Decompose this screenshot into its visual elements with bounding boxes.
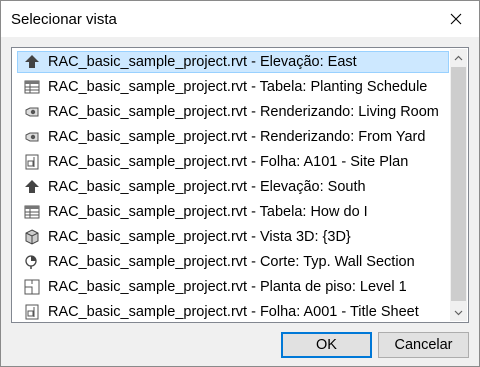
sheet-icon: [23, 303, 41, 321]
vertical-scrollbar[interactable]: [450, 49, 467, 321]
list-item[interactable]: RAC_basic_sample_project.rvt - Folha: A1…: [13, 149, 449, 174]
title-bar: Selecionar vista: [1, 1, 479, 37]
list-item[interactable]: RAC_basic_sample_project.rvt - Vista 3D:…: [13, 224, 449, 249]
list-item[interactable]: RAC_basic_sample_project.rvt - Elevação:…: [13, 174, 449, 199]
list-item-label: RAC_basic_sample_project.rvt - Renderiza…: [48, 128, 426, 145]
cancel-button[interactable]: Cancelar: [378, 332, 469, 358]
scrollbar-thumb[interactable]: [451, 67, 466, 301]
chevron-down-icon: [454, 310, 463, 315]
schedule-icon: [23, 78, 41, 96]
list-item-label: RAC_basic_sample_project.rvt - Vista 3D:…: [48, 228, 351, 245]
list-item[interactable]: RAC_basic_sample_project.rvt - Tabela: H…: [13, 199, 449, 224]
list-item[interactable]: RAC_basic_sample_project.rvt - Renderiza…: [13, 124, 449, 149]
list-item-label: RAC_basic_sample_project.rvt - Folha: A1…: [48, 153, 409, 170]
view-list[interactable]: RAC_basic_sample_project.rvt - Elevação:…: [11, 47, 469, 323]
elevation-icon: [23, 53, 41, 71]
close-button[interactable]: [439, 5, 473, 33]
rendering-icon: [23, 128, 41, 146]
select-view-dialog: Selecionar vista RAC_basic_sample_projec…: [0, 0, 480, 367]
ok-button[interactable]: OK: [281, 332, 372, 358]
floor-plan-icon: [23, 278, 41, 296]
3d-view-icon: [23, 228, 41, 246]
list-item-label: RAC_basic_sample_project.rvt - Elevação:…: [48, 178, 366, 195]
list-item[interactable]: RAC_basic_sample_project.rvt - Tabela: P…: [13, 74, 449, 99]
schedule-icon: [23, 203, 41, 221]
elevation-icon: [23, 178, 41, 196]
list-item-label: RAC_basic_sample_project.rvt - Tabela: P…: [48, 78, 428, 95]
chevron-up-icon: [454, 55, 463, 60]
section-icon: [23, 253, 41, 271]
dialog-title: Selecionar vista: [11, 11, 117, 28]
list-item[interactable]: RAC_basic_sample_project.rvt - Elevação:…: [13, 49, 449, 74]
close-icon: [450, 13, 462, 25]
rendering-icon: [23, 103, 41, 121]
list-item[interactable]: RAC_basic_sample_project.rvt - Corte: Ty…: [13, 249, 449, 274]
scroll-up-button[interactable]: [450, 49, 467, 66]
list-item[interactable]: RAC_basic_sample_project.rvt - Planta de…: [13, 274, 449, 299]
list-item-label: RAC_basic_sample_project.rvt - Corte: Ty…: [48, 253, 415, 270]
list-item-label: RAC_basic_sample_project.rvt - Elevação:…: [48, 53, 357, 70]
list-item-label: RAC_basic_sample_project.rvt - Planta de…: [48, 278, 407, 295]
list-item[interactable]: RAC_basic_sample_project.rvt - Renderiza…: [13, 99, 449, 124]
list-item-label: RAC_basic_sample_project.rvt - Tabela: H…: [48, 203, 368, 220]
list-item[interactable]: RAC_basic_sample_project.rvt - Folha: A0…: [13, 299, 449, 322]
sheet-icon: [23, 153, 41, 171]
list-item-label: RAC_basic_sample_project.rvt - Folha: A0…: [48, 303, 419, 320]
list-item-label: RAC_basic_sample_project.rvt - Renderiza…: [48, 103, 439, 120]
scroll-down-button[interactable]: [450, 304, 467, 321]
view-list-items: RAC_basic_sample_project.rvt - Elevação:…: [13, 49, 449, 322]
